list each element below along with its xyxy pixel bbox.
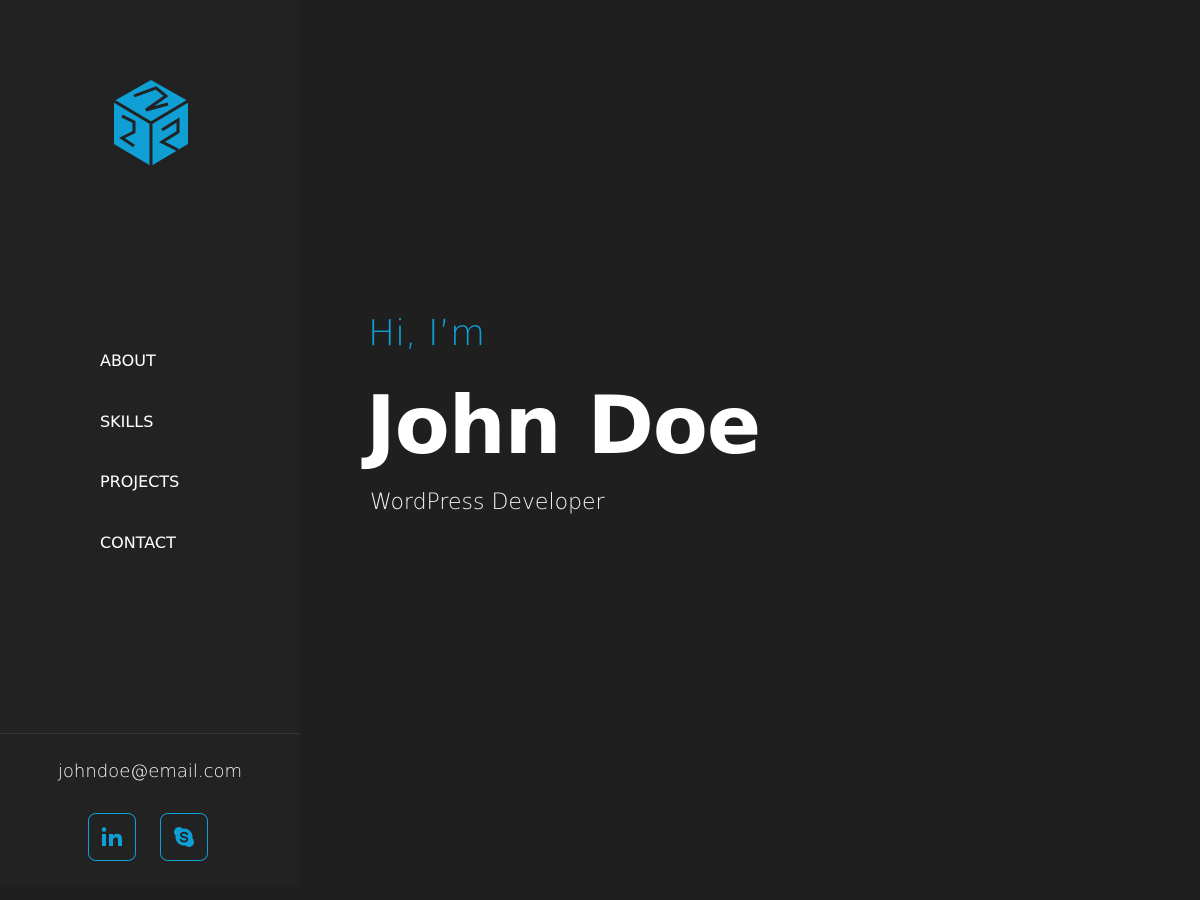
sidebar: ABOUT SKILLS PROJECTS CONTACT johndoe@em… [0, 0, 300, 886]
nav-item-contact[interactable]: CONTACT [100, 532, 179, 593]
hero-name: John Doe [366, 379, 761, 472]
hero-role: WordPress Developer [370, 490, 605, 515]
hero-greeting: Hi, I’m [368, 313, 486, 354]
skype-button[interactable] [160, 813, 208, 861]
cube-logo-icon[interactable] [112, 80, 190, 166]
nav-item-skills[interactable]: SKILLS [100, 411, 179, 472]
sidebar-divider [0, 733, 300, 734]
main-nav: ABOUT SKILLS PROJECTS CONTACT [100, 350, 179, 592]
contact-email-link[interactable]: johndoe@email.com [0, 761, 300, 782]
social-links [88, 813, 208, 861]
cube-logo-graphic [113, 80, 189, 166]
nav-item-projects[interactable]: PROJECTS [100, 471, 179, 532]
hero-section: Hi, I’m John Doe WordPress Developer [366, 310, 761, 518]
linkedin-button[interactable] [88, 813, 136, 861]
nav-item-about[interactable]: ABOUT [100, 350, 179, 411]
linkedin-icon [101, 827, 122, 846]
skype-icon [174, 827, 194, 847]
